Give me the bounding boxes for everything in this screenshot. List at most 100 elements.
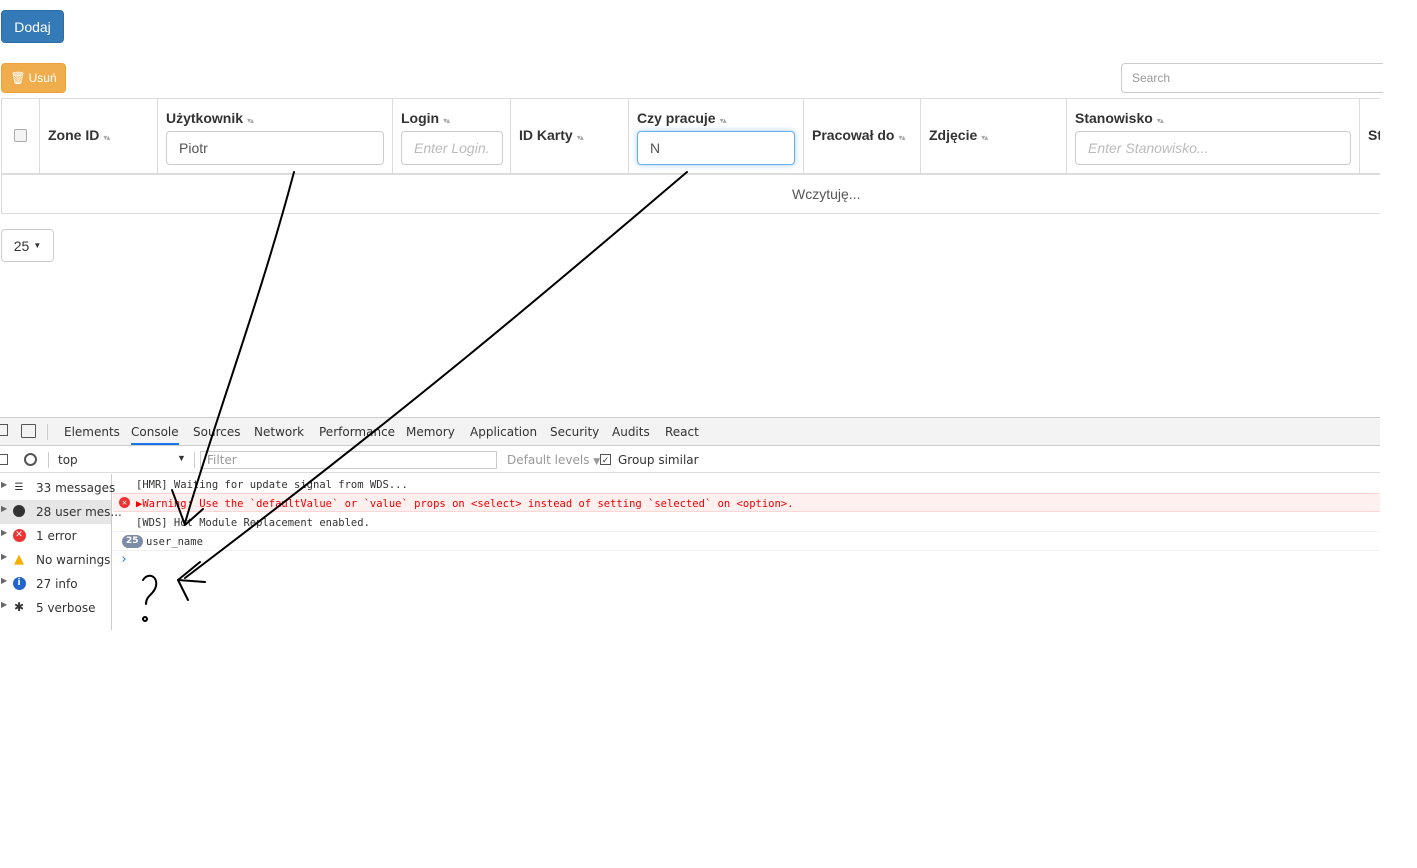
sort-icon: ▾▴ xyxy=(103,133,110,142)
tab-security[interactable]: Security xyxy=(550,425,599,439)
list-icon: ☰ xyxy=(14,481,24,493)
sidebar-item-label: 27 info xyxy=(36,577,78,591)
console-toolbar: top ▼ Filter Default levels ▼ ✓ Group si… xyxy=(0,447,1380,473)
tab-elements[interactable]: Elements xyxy=(64,425,120,439)
console-error-message[interactable]: ✕ ▶Warning: Use the `defaultValue` or `v… xyxy=(113,493,1380,512)
data-table: Zone ID▾▴ Użytkownik▾▴ Login▾▴ ID Karty▾… xyxy=(1,98,1380,214)
info-icon: i xyxy=(12,576,26,590)
console-filter-input[interactable]: Filter xyxy=(200,451,497,469)
repeat-count-badge: 25 xyxy=(122,535,143,548)
add-button[interactable]: Dodaj xyxy=(1,10,64,43)
message-text: [HMR] Waiting for update signal from WDS… xyxy=(136,479,408,491)
message-text: [WDS] Hot Module Replacement enabled. xyxy=(136,517,370,529)
expand-arrow-icon: ▶ xyxy=(1,480,8,489)
clear-console-icon[interactable] xyxy=(24,453,37,466)
expand-arrow-icon: ▶ xyxy=(1,528,8,537)
tab-audits[interactable]: Audits xyxy=(612,425,650,439)
sidebar-item-label: No warnings xyxy=(36,553,111,567)
col-label: Zone ID xyxy=(48,127,100,143)
message-text: user_name xyxy=(146,536,203,548)
sidebar-item-messages[interactable]: ▶ ☰ 33 messages xyxy=(0,476,115,500)
col-pracowal-do[interactable]: Pracował do ▾▴ xyxy=(804,99,921,173)
sidebar-item-label: 5 verbose xyxy=(36,601,96,615)
sort-icon: ▾▴ xyxy=(898,133,905,142)
console-sidebar: ▶ ☰ 33 messages ▶ 28 user mes... ▶ ✕ 1 e… xyxy=(0,474,122,630)
tab-performance[interactable]: Performance xyxy=(319,425,395,439)
expand-arrow-icon: ▶ xyxy=(1,552,8,561)
tab-network[interactable]: Network xyxy=(254,425,304,439)
sidebar-item-errors[interactable]: ▶ ✕ 1 error xyxy=(0,524,111,548)
loading-text: Wczytuję... xyxy=(792,186,861,202)
select-all-checkbox[interactable] xyxy=(14,129,27,142)
error-icon: ✕ xyxy=(12,528,26,542)
expand-arrow-icon: ▶ xyxy=(1,576,8,585)
table-header: Zone ID▾▴ Użytkownik▾▴ Login▾▴ ID Karty▾… xyxy=(2,99,1380,175)
sidebar-item-verbose[interactable]: ▶ ✱ 5 verbose xyxy=(0,596,111,620)
sort-icon: ▾▴ xyxy=(576,133,584,142)
context-selector[interactable]: top xyxy=(58,453,78,467)
user-icon xyxy=(12,504,26,518)
select-all-header xyxy=(2,99,40,173)
message-text: ▶Warning: Use the `defaultValue` or `val… xyxy=(136,498,794,510)
console-prompt[interactable]: › xyxy=(113,551,1380,570)
trash-icon: 🗑 xyxy=(10,71,26,85)
tab-memory[interactable]: Memory xyxy=(406,425,455,439)
expand-arrow-icon: ▶ xyxy=(1,600,8,609)
error-icon: ✕ xyxy=(119,497,130,508)
col-zdjecie[interactable]: Zdjęcie ▾▴ xyxy=(921,99,1067,173)
sidebar-item-user-messages[interactable]: ▶ 28 user mes... xyxy=(0,500,122,524)
sidebar-item-warnings[interactable]: ▶ ▲ No warnings xyxy=(0,548,111,572)
group-similar-label: Group similar xyxy=(618,453,699,467)
sidebar-item-info[interactable]: ▶ i 27 info xyxy=(0,572,111,596)
tab-react[interactable]: React xyxy=(665,425,699,439)
col-label: Login xyxy=(401,110,440,126)
sort-icon: ▾▴ xyxy=(981,133,988,142)
uzytkownik-filter-input[interactable] xyxy=(166,131,384,165)
page-size-value: 25 xyxy=(13,237,30,254)
console-message: [HMR] Waiting for update signal from WDS… xyxy=(113,475,1380,494)
col-zone-id[interactable]: Zone ID ▾▴ xyxy=(40,99,158,173)
login-filter-input[interactable] xyxy=(401,131,503,165)
sidebar-item-label: 28 user mes... xyxy=(36,505,122,519)
col-stanowisko[interactable]: Stanowisko ▾▴ xyxy=(1067,99,1360,173)
warning-icon: ▲ xyxy=(14,551,24,567)
sort-icon: ▾▴ xyxy=(247,116,254,125)
console-message: [WDS] Hot Module Replacement enabled. xyxy=(113,513,1380,532)
sidebar-item-label: 1 error xyxy=(36,529,77,543)
sort-icon: ▾▴ xyxy=(443,116,450,125)
prompt-icon: › xyxy=(120,552,128,567)
expand-arrow-icon: ▶ xyxy=(1,504,8,513)
col-czy-pracuje[interactable]: Czy pracuje ▾▴ xyxy=(629,99,804,173)
inspect-icon[interactable] xyxy=(0,424,8,436)
tab-application[interactable]: Application xyxy=(470,425,537,439)
col-login[interactable]: Login ▾▴ xyxy=(393,99,511,173)
group-similar-checkbox[interactable]: ✓ xyxy=(600,454,611,465)
caret-down-icon: ▼ xyxy=(33,241,42,250)
delete-button[interactable]: 🗑 Usuń xyxy=(1,63,66,93)
stanowisko-filter-input[interactable] xyxy=(1075,131,1351,165)
sort-icon: ▾▴ xyxy=(1156,116,1164,125)
sort-icon: ▾▴ xyxy=(719,116,727,125)
loading-row: Wczytuję... xyxy=(2,177,1380,213)
col-label: ID Karty xyxy=(519,127,573,143)
col-st[interactable]: St xyxy=(1360,99,1380,173)
czy-pracuje-filter-input[interactable] xyxy=(637,131,795,165)
levels-dropdown[interactable]: Default levels ▼ xyxy=(507,453,600,467)
devtools-tabbar: Elements Console Sources Network Perform… xyxy=(0,418,1380,446)
sidebar-toggle-icon[interactable] xyxy=(0,454,8,465)
device-toggle-icon[interactable] xyxy=(21,424,36,438)
levels-label: Default levels xyxy=(507,453,590,467)
col-label: Zdjęcie xyxy=(929,127,978,143)
col-label: Stanowisko xyxy=(1075,110,1153,126)
tab-console[interactable]: Console xyxy=(131,425,179,445)
col-label: Pracował do xyxy=(812,127,895,143)
col-id-karty[interactable]: ID Karty ▾▴ xyxy=(511,99,629,173)
page-size-dropdown[interactable]: 25 ▼ xyxy=(1,229,54,262)
context-dropdown-icon[interactable]: ▼ xyxy=(177,453,186,463)
col-label: St xyxy=(1368,127,1380,143)
search-input[interactable]: Search xyxy=(1121,63,1383,93)
delete-label: Usuń xyxy=(28,71,57,85)
col-uzytkownik[interactable]: Użytkownik ▾▴ xyxy=(158,99,393,173)
col-label: Użytkownik xyxy=(166,110,244,126)
tab-sources[interactable]: Sources xyxy=(193,425,240,439)
